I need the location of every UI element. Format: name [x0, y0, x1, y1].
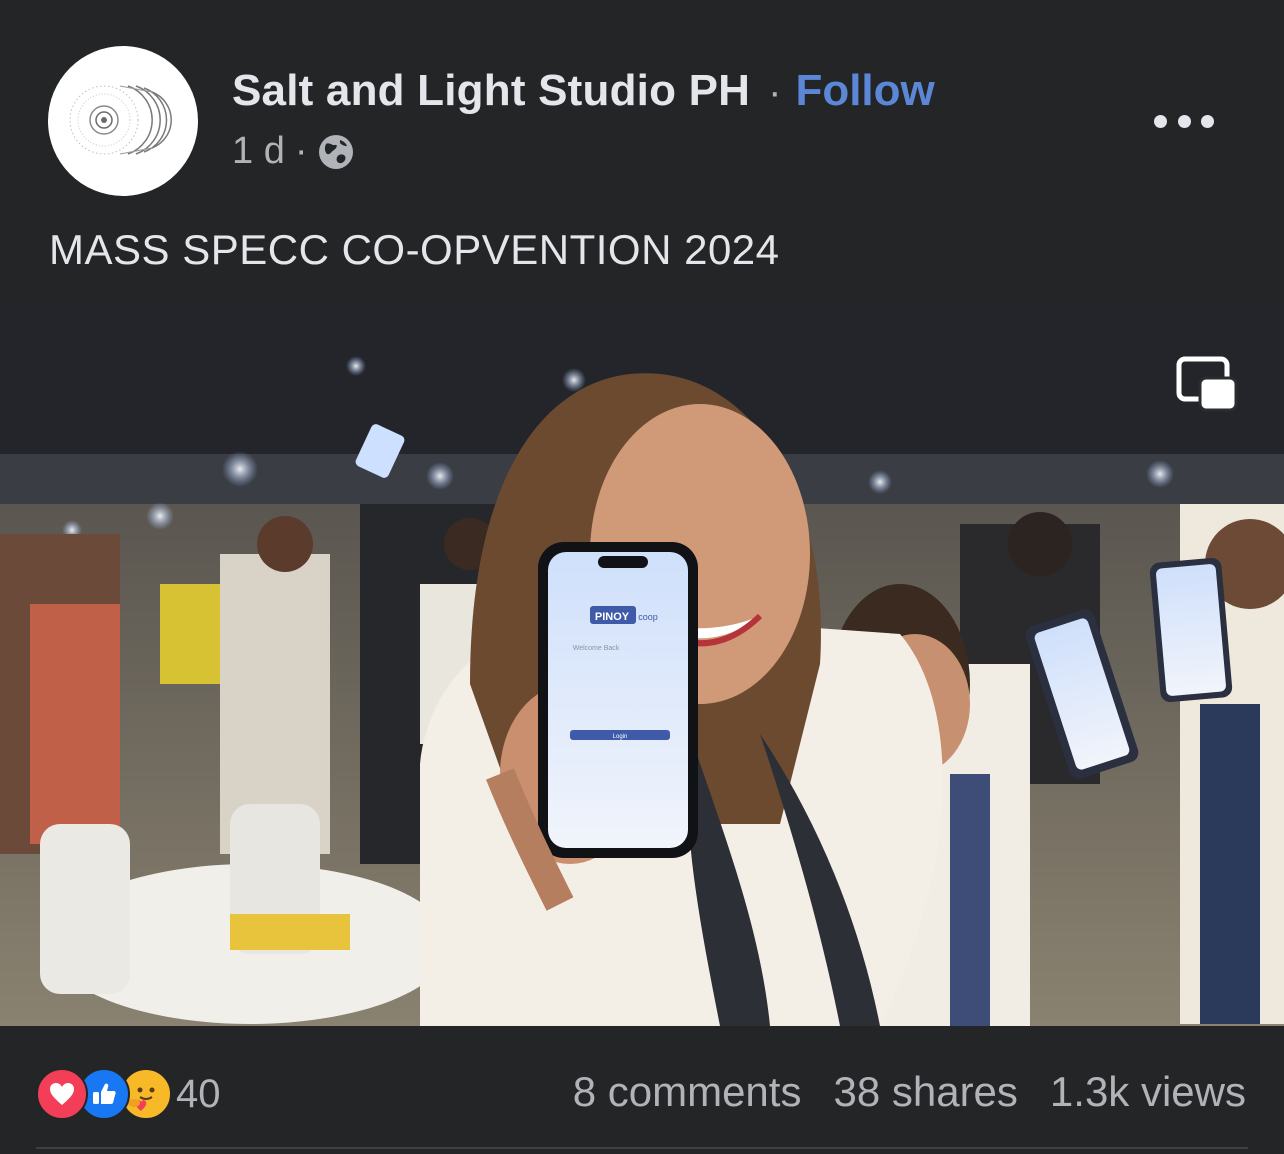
- page-name[interactable]: Salt and Light Studio PH: [232, 66, 750, 116]
- studio-logo-icon: [69, 85, 172, 155]
- post-meta: 1 d ·: [232, 130, 935, 173]
- reactions-summary[interactable]: 40: [36, 1068, 221, 1120]
- more-dot: [1154, 114, 1167, 128]
- love-icon: [36, 1068, 88, 1120]
- feed-post: Salt and Light Studio PH · Follow 1 d · …: [0, 0, 1284, 1154]
- more-options-icon[interactable]: [1154, 108, 1214, 134]
- comments-count[interactable]: 8 comments: [573, 1068, 802, 1116]
- more-dot: [1201, 114, 1214, 128]
- follow-button[interactable]: Follow: [795, 66, 934, 116]
- divider: [36, 1147, 1248, 1149]
- shares-count[interactable]: 38 shares: [833, 1068, 1017, 1116]
- page-avatar[interactable]: [48, 46, 198, 196]
- meta-separator: ·: [294, 130, 308, 172]
- reaction-count: 40: [176, 1071, 221, 1116]
- globe-icon: [319, 134, 354, 169]
- phone-welcome-text: Welcome Back: [573, 645, 620, 652]
- post-header: Salt and Light Studio PH · Follow 1 d ·: [232, 66, 935, 173]
- more-dot: [1177, 114, 1191, 128]
- video-player[interactable]: PINOY coop Welcome Back Login: [0, 304, 1284, 1026]
- post-timestamp[interactable]: 1 d: [232, 130, 285, 173]
- separator-dot: ·: [768, 70, 782, 114]
- post-caption: MASS SPECC CO-OPVENTION 2024: [49, 226, 780, 273]
- phone-login-button: Login: [613, 734, 628, 740]
- phone-app-logo: PINOY: [595, 611, 630, 623]
- picture-in-picture-icon[interactable]: [1176, 356, 1238, 412]
- views-count: 1.3k views: [1049, 1068, 1246, 1115]
- engagement-stats: 8 comments 38 shares 1.3k views: [573, 1068, 1246, 1116]
- video-frame: PINOY coop Welcome Back Login: [0, 304, 1284, 1026]
- name-line: Salt and Light Studio PH · Follow: [232, 66, 935, 116]
- phone-app-logo-suffix: coop: [638, 612, 658, 622]
